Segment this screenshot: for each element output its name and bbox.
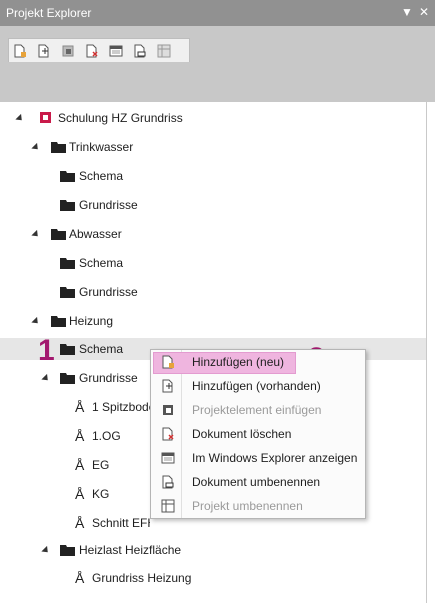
tree-node-trinkwasser[interactable]: Trinkwasser (0, 137, 426, 157)
rename-document-icon (162, 475, 174, 489)
expand-arrow-icon[interactable] (31, 316, 41, 327)
tree-node-tw-schema[interactable]: Schema (0, 166, 426, 186)
menu-item-label: Projektelement einfügen (192, 403, 322, 417)
tree-label: Grundriss Heizung (92, 571, 192, 585)
menu-item-label: Hinzufügen (neu) (192, 355, 285, 369)
tree-node-drawing-3[interactable]: Å EG (0, 455, 150, 475)
folder-open-icon (60, 258, 75, 269)
delete-document-icon (162, 427, 174, 441)
menu-item-delete-document[interactable]: Dokument löschen (151, 422, 365, 446)
menu-item-add-existing[interactable]: Hinzufügen (vorhanden) (151, 374, 365, 398)
tree-node-aw-schema[interactable]: Schema (0, 253, 426, 273)
explorer-icon[interactable] (109, 44, 123, 58)
menu-item-rename-document[interactable]: Dokument umbenennen (151, 470, 365, 494)
add-document-icon[interactable] (13, 44, 27, 58)
folder-open-icon (60, 287, 75, 298)
add-document-icon (162, 355, 174, 369)
tree-node-drawing-5[interactable]: Å Schnitt EFH (0, 513, 150, 533)
step-number-1: 1 (38, 334, 55, 367)
tree-label: Heizlast Heizfläche (79, 543, 182, 557)
insert-element-icon[interactable] (61, 44, 75, 58)
folder-open-icon (51, 142, 66, 153)
tree-label: Schnitt EFH (92, 516, 150, 530)
expand-arrow-icon[interactable] (41, 545, 51, 556)
close-icon[interactable]: ✕ (419, 5, 429, 19)
drawing-icon: Å (75, 399, 85, 415)
tree-label: Grundrisse (79, 371, 138, 385)
tree-label: Schema (79, 256, 124, 270)
tree-node-drawing-4[interactable]: Å KG (0, 484, 150, 504)
drawing-icon: Å (75, 515, 85, 531)
panel-title: Projekt Explorer (6, 6, 92, 20)
tree-label: Schema (79, 342, 124, 356)
tree-label: Heizung (69, 314, 114, 328)
add-existing-icon (162, 379, 173, 393)
folder-open-icon (60, 373, 75, 384)
tree-label: Schema (79, 169, 124, 183)
rename-project-icon (161, 499, 175, 513)
expand-arrow-icon[interactable] (31, 142, 41, 153)
folder-open-icon (60, 344, 75, 355)
expand-arrow-icon[interactable] (15, 113, 25, 124)
panel-controls: ▼ ✕ (395, 5, 429, 19)
tree-node-abwasser[interactable]: Abwasser (0, 224, 426, 244)
folder-open-icon (60, 200, 75, 211)
menu-item-label: Hinzufügen (vorhanden) (192, 379, 321, 393)
menu-item-label: Projekt umbenennen (192, 499, 303, 513)
toolbar-buttons (8, 38, 190, 63)
expand-arrow-icon[interactable] (41, 373, 51, 384)
tree-divider (426, 102, 427, 603)
tree-label: Grundrisse (79, 198, 138, 212)
menu-item-rename-project: Projekt umbenennen (151, 494, 365, 518)
panel-titlebar: Projekt Explorer ▼ ✕ (0, 0, 435, 26)
expand-arrow-icon[interactable] (31, 229, 41, 240)
tree-node-root[interactable]: Schulung HZ Grundriss (0, 108, 426, 128)
tree-label: EG (92, 458, 110, 472)
folder-open-icon (60, 171, 75, 182)
tree-label: Schulung HZ Grundriss (58, 111, 183, 125)
tree-node-heizlast[interactable]: Heizlast Heizfläche (0, 540, 426, 560)
tree-label: KG (92, 487, 110, 501)
menu-item-show-in-explorer[interactable]: Im Windows Explorer anzeigen (151, 446, 365, 470)
pin-icon[interactable]: ▼ (401, 5, 413, 19)
add-existing-icon[interactable] (37, 44, 51, 58)
folder-open-icon (51, 316, 66, 327)
tree-node-drawing-2[interactable]: Å 1.OG (0, 426, 150, 446)
tree-node-heizung[interactable]: Heizung (0, 311, 426, 331)
drawing-icon: Å (75, 428, 85, 444)
insert-element-icon (163, 405, 173, 415)
drawing-icon: Å (75, 457, 85, 473)
menu-item-insert-element: Projektelement einfügen (151, 398, 365, 422)
drawing-icon: Å (75, 486, 85, 502)
tree-label: Abwasser (69, 227, 122, 241)
tree-node-hz-grundrisse[interactable]: Grundrisse (0, 368, 150, 388)
tree-node-drawing-6[interactable]: Å Grundriss Heizung (0, 568, 426, 588)
project-icon (40, 112, 51, 123)
menu-item-label: Im Windows Explorer anzeigen (192, 451, 358, 465)
rename-document-icon[interactable] (133, 44, 147, 58)
menu-item-label: Dokument löschen (192, 427, 292, 441)
drawing-icon: Å (75, 570, 85, 586)
tree-label: Grundrisse (79, 285, 138, 299)
tree-node-tw-grundrisse[interactable]: Grundrisse (0, 195, 426, 215)
filter-bar (0, 62, 435, 102)
menu-item-label: Dokument umbenennen (192, 475, 321, 489)
tree-label: 1 Spitzboden (92, 400, 150, 414)
tree-node-drawing-1[interactable]: Å 1 Spitzboden (0, 397, 150, 417)
menu-item-add-new[interactable]: Hinzufügen (neu) (151, 350, 365, 374)
tree-node-aw-grundrisse[interactable]: Grundrisse (0, 282, 426, 302)
tree-label: 1.OG (92, 429, 121, 443)
rename-project-icon[interactable] (157, 44, 171, 58)
folder-open-icon (51, 229, 66, 240)
tree-label: Trinkwasser (69, 140, 134, 154)
explorer-icon (161, 452, 175, 464)
folder-open-icon (60, 545, 75, 556)
context-menu: Hinzufügen (neu) Hinzufügen (vorhanden) … (150, 349, 366, 519)
delete-document-icon[interactable] (85, 44, 99, 58)
